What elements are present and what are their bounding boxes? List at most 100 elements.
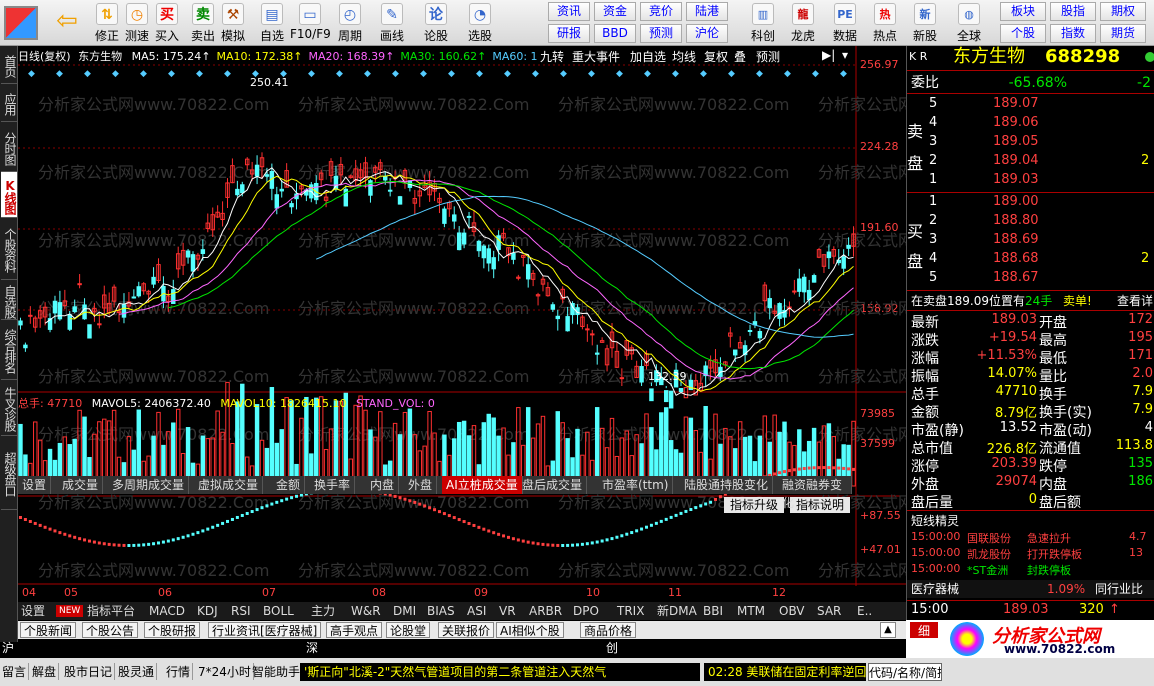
bottom-tab-RSI[interactable]: RSI bbox=[228, 602, 254, 620]
bottom-tab-ARBR[interactable]: ARBR bbox=[526, 602, 565, 620]
leftnav-分时图[interactable]: 分时图 bbox=[1, 122, 17, 172]
chart-tab-预测[interactable]: 预测 bbox=[756, 48, 780, 65]
toolbar-预测[interactable]: 预测 bbox=[640, 24, 682, 43]
ind-tab-AI立桩成交量[interactable]: AI立桩成交量 bbox=[442, 476, 523, 494]
bottom-tab-W&R[interactable]: W&R bbox=[348, 602, 384, 620]
数据-button[interactable]: PE 数据 bbox=[826, 2, 864, 44]
market-深[interactable]: 深 bbox=[306, 639, 318, 657]
sell-level-price[interactable]: 189.04 bbox=[993, 153, 1039, 168]
F10/F9-button[interactable]: ▭ F10/F9 bbox=[290, 2, 331, 44]
fine-button[interactable]: 细 bbox=[910, 622, 938, 638]
news-tab-论股堂[interactable]: 论股堂 bbox=[386, 622, 431, 638]
news-tab-商品价格[interactable]: 商品价格 bbox=[580, 622, 637, 638]
indicator-upgrade-button[interactable]: 指标升级 bbox=[724, 497, 784, 513]
market-沪[interactable]: 沪 bbox=[2, 639, 14, 657]
chart-tab-均线[interactable]: 均线 bbox=[672, 48, 696, 65]
toolbar-研报[interactable]: 研报 bbox=[548, 24, 590, 43]
collapse-up-icon[interactable]: ▲ bbox=[880, 622, 896, 638]
event-marker-icon[interactable]: ◆ bbox=[672, 69, 679, 79]
event-marker-icon[interactable]: ◆ bbox=[700, 69, 707, 79]
ind-tab-虚拟成交量[interactable]: 虚拟成交量 bbox=[194, 476, 264, 494]
status-智能助手[interactable]: 智能助手 bbox=[250, 663, 304, 680]
short-stock[interactable]: 国联股份 bbox=[967, 530, 1011, 546]
event-marker-icon[interactable]: ◆ bbox=[28, 69, 35, 79]
news-tab-关联报价[interactable]: 关联报价 bbox=[438, 622, 495, 638]
ind-tab-设置[interactable]: 设置 bbox=[18, 476, 52, 494]
event-marker-icon[interactable]: ◆ bbox=[168, 69, 175, 79]
news-tab-AI相似个股[interactable]: AI相似个股 bbox=[496, 622, 564, 638]
dropdown-icon[interactable]: ▾ bbox=[842, 48, 848, 62]
industry-name[interactable]: 医疗器械 bbox=[911, 580, 959, 598]
event-marker-icon[interactable]: ◆ bbox=[392, 69, 399, 79]
bottom-tab-BBI[interactable]: BBI bbox=[700, 602, 726, 620]
event-marker-icon[interactable]: ◆ bbox=[252, 69, 259, 79]
bottom-tab-SAR[interactable]: SAR bbox=[814, 602, 844, 620]
ind-tab-陆股通持股变化[interactable]: 陆股通持股变化 bbox=[680, 476, 774, 494]
leftnav-首页[interactable]: 首页 bbox=[1, 46, 17, 84]
leftnav-综合排名[interactable]: 综合排名 bbox=[1, 320, 17, 380]
toolbar-陆港[interactable]: 陆港 bbox=[686, 2, 728, 21]
event-marker-icon[interactable]: ◆ bbox=[784, 69, 791, 79]
leftnav-自选股[interactable]: 自选股 bbox=[1, 280, 17, 320]
event-marker-icon[interactable]: ◆ bbox=[308, 69, 315, 79]
画线-button[interactable]: ✎ 画线 bbox=[372, 2, 412, 44]
kline-chart-area[interactable]: 256.97 224.28 191.60 158.92 分析家公式网www.70822.… bbox=[18, 46, 906, 600]
event-marker-icon[interactable]: ◆ bbox=[532, 69, 539, 79]
chart-tab-复权[interactable]: 复权 bbox=[704, 48, 728, 65]
bottom-tab-设置[interactable]: 设置 bbox=[18, 602, 48, 620]
event-marker-icon[interactable]: ◆ bbox=[476, 69, 483, 79]
event-marker-icon[interactable]: ◆ bbox=[112, 69, 119, 79]
bottom-tab-E..[interactable]: E.. bbox=[854, 602, 875, 620]
news-ticker[interactable]: '斯正向"北溪-2"天然气管道项目的第二条管道注入天然气 bbox=[300, 663, 700, 681]
科创-button[interactable]: ▥ 科创 bbox=[744, 2, 782, 44]
新股-button[interactable]: 新新股 bbox=[906, 2, 944, 44]
event-marker-icon[interactable]: ◆ bbox=[336, 69, 343, 79]
event-marker-icon[interactable]: ◆ bbox=[840, 69, 847, 79]
event-marker-icon[interactable]: ◆ bbox=[504, 69, 511, 79]
chart-tab-重大事件[interactable]: 重大事件 bbox=[572, 48, 620, 65]
expand-icon[interactable]: ▶| bbox=[822, 48, 835, 62]
status-股灵通[interactable]: 股灵通 bbox=[116, 663, 158, 680]
leftnav-牛叉诊股[interactable]: 牛叉诊股 bbox=[1, 380, 17, 436]
ind-tab-融资融券变化[interactable]: 融资融券变化 bbox=[778, 476, 852, 510]
event-marker-icon[interactable]: ◆ bbox=[448, 69, 455, 79]
news-headline[interactable]: 02:28 美联储在固定利率逆回 bbox=[704, 663, 866, 681]
queue-view-link[interactable]: 查看详 bbox=[1117, 292, 1153, 310]
周期-button[interactable]: ◴ 周期 bbox=[330, 2, 370, 44]
status-留言[interactable]: 留言 bbox=[0, 663, 30, 680]
ind-tab-金额[interactable]: 金额 bbox=[272, 476, 306, 494]
ind-tab-外盘[interactable]: 外盘 bbox=[404, 476, 438, 494]
ind-tab-换手率[interactable]: 换手率 bbox=[310, 476, 356, 494]
indicator-help-button[interactable]: 指标说明 bbox=[790, 497, 850, 513]
event-marker-icon[interactable]: ◆ bbox=[812, 69, 819, 79]
bottom-tab-ASI[interactable]: ASI bbox=[464, 602, 489, 620]
status-7*24小时[interactable]: 7*24小时 bbox=[196, 663, 254, 680]
模拟-button[interactable]: ⚒ 模拟 bbox=[218, 2, 248, 44]
ind-tab-市盈率(ttm)[interactable]: 市盈率(ttm) bbox=[598, 476, 674, 494]
event-marker-icon[interactable]: ◆ bbox=[616, 69, 623, 79]
bottom-tab-TRIX[interactable]: TRIX bbox=[614, 602, 647, 620]
short-title[interactable]: 短线精灵 bbox=[911, 512, 959, 530]
back-arrow-icon[interactable]: ⇦ bbox=[52, 6, 82, 36]
toolbar-BBD[interactable]: BBD bbox=[594, 24, 636, 43]
toolbar-个股[interactable]: 个股 bbox=[1000, 24, 1046, 43]
龙虎-button[interactable]: 龍龙虎 bbox=[784, 2, 822, 44]
chart-tab-叠[interactable]: 叠 bbox=[734, 48, 746, 65]
自选-button[interactable]: ▤ 自选 bbox=[252, 2, 292, 44]
bottom-tab-BOLL[interactable]: BOLL bbox=[260, 602, 297, 620]
toolbar-板块[interactable]: 板块 bbox=[1000, 2, 1046, 21]
chart-tab-九转[interactable]: 九转 bbox=[540, 48, 564, 65]
news-tab-行业资讯[医疗器械][interactable]: 行业资讯[医疗器械] bbox=[208, 622, 322, 638]
event-marker-icon[interactable]: ◆ bbox=[84, 69, 91, 79]
status-解盘[interactable]: 解盘 bbox=[30, 663, 60, 680]
event-marker-icon[interactable]: ◆ bbox=[364, 69, 371, 79]
ind-tab-内盘[interactable]: 内盘 bbox=[366, 476, 400, 494]
bottom-tab-BIAS[interactable]: BIAS bbox=[424, 602, 458, 620]
chart-tab-加自选[interactable]: 加自选 bbox=[630, 48, 666, 65]
bottom-tab-VR[interactable]: VR bbox=[496, 602, 519, 620]
toolbar-股指[interactable]: 股指 bbox=[1050, 2, 1096, 21]
bottom-tab-DMI[interactable]: DMI bbox=[390, 602, 419, 620]
news-tab-高手观点[interactable]: 高手观点 bbox=[326, 622, 383, 638]
buy-level-price[interactable]: 188.69 bbox=[993, 232, 1039, 247]
period-label[interactable]: 日线(复权) bbox=[18, 50, 71, 63]
